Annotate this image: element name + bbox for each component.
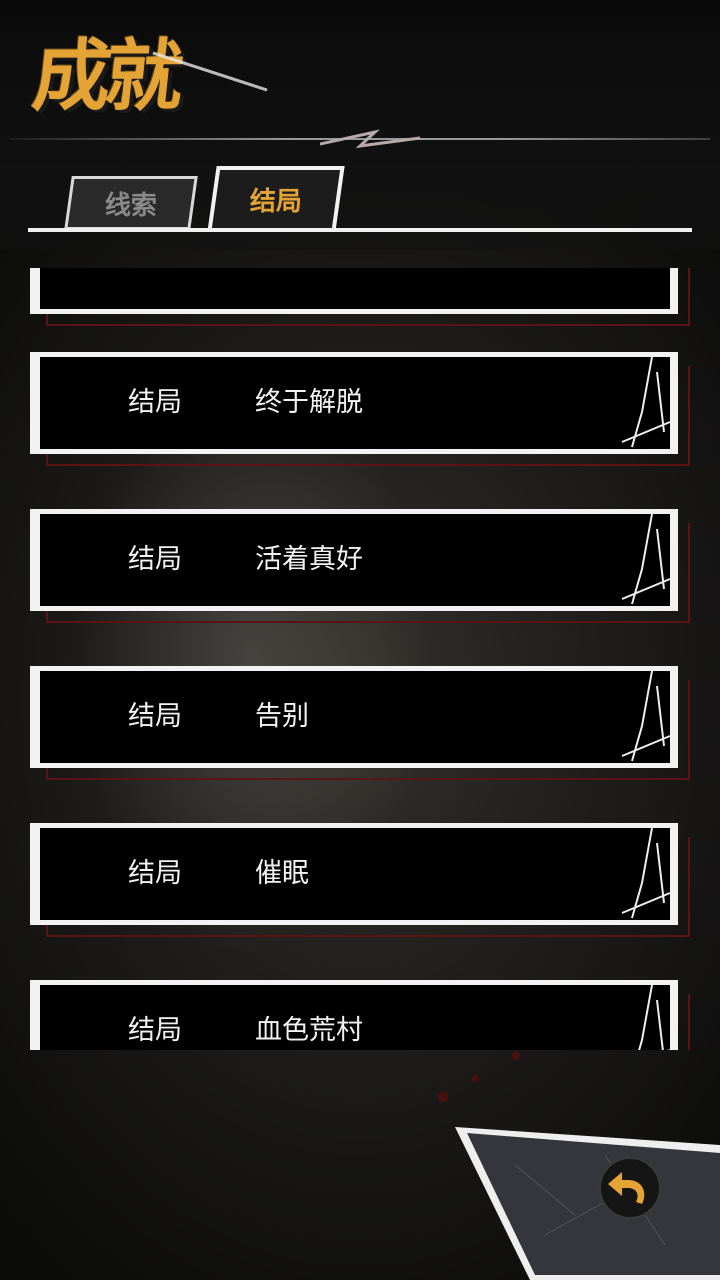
ending-label: 结局 xyxy=(128,544,182,575)
tab-endings[interactable]: 结局 xyxy=(207,166,345,232)
blood-splatter xyxy=(438,1092,448,1102)
ending-card[interactable]: 结局 活着真好 xyxy=(30,509,690,623)
ending-card[interactable]: 结局 终于解脱 xyxy=(30,352,690,466)
ending-name: 催眠 xyxy=(255,858,309,889)
ending-label: 结局 xyxy=(128,701,182,732)
blood-splatter xyxy=(472,1075,479,1082)
ending-label: 结局 xyxy=(128,858,182,889)
tab-clues[interactable]: 线索 xyxy=(64,176,198,230)
ending-card[interactable]: 结局 催眠 xyxy=(30,823,690,937)
crack-decoration xyxy=(320,129,421,149)
endings-list[interactable]: 结局 结局 终于解脱 结局 活着真好 结局 告别 结局 催眠 xyxy=(0,268,720,1050)
ending-card[interactable]: 结局 血色荒村 xyxy=(30,980,690,1050)
page-title: 成就 xyxy=(28,32,183,122)
back-button-panel xyxy=(455,1127,720,1280)
card-body xyxy=(40,268,670,309)
grunge-texture xyxy=(621,356,671,448)
tab-endings-label: 结局 xyxy=(249,186,302,217)
grunge-texture xyxy=(621,670,671,762)
grunge-texture xyxy=(621,513,671,605)
ending-name: 终于解脱 xyxy=(255,387,363,418)
blood-splatter xyxy=(512,1052,520,1060)
back-arrow-icon[interactable] xyxy=(598,1156,662,1220)
grunge-texture xyxy=(638,984,670,1050)
tab-underline xyxy=(28,228,692,232)
grunge-texture xyxy=(621,827,671,919)
ending-label: 结局 xyxy=(128,387,182,418)
ending-name: 告别 xyxy=(255,701,309,732)
tab-clues-label: 线索 xyxy=(104,190,157,221)
ending-card[interactable]: 结局 告别 xyxy=(30,666,690,780)
ending-name: 血色荒村 xyxy=(255,1015,363,1046)
ending-card[interactable]: 结局 xyxy=(30,268,690,326)
ending-name: 活着真好 xyxy=(255,544,363,575)
ending-label: 结局 xyxy=(128,1015,182,1046)
